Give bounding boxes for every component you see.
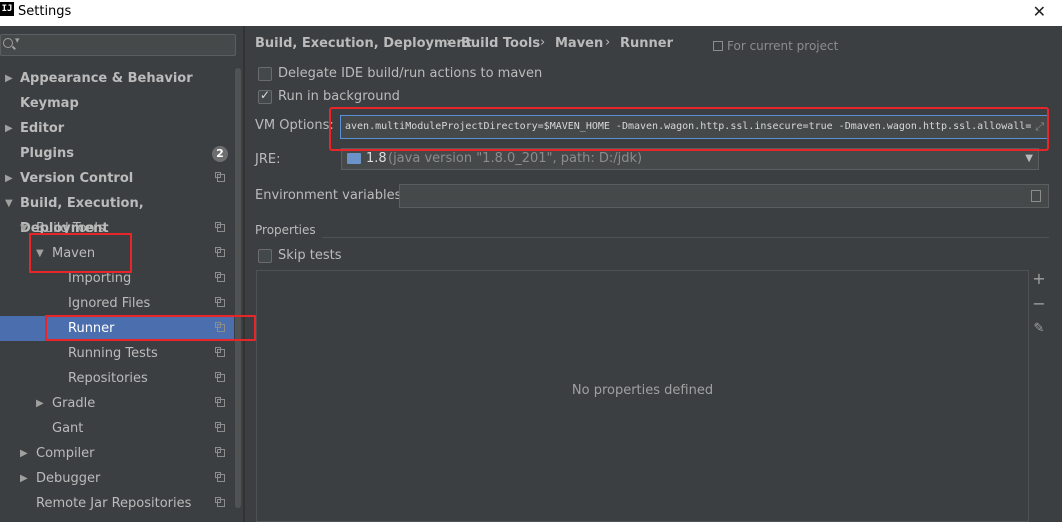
remove-icon[interactable]: − bbox=[1031, 294, 1047, 313]
sidebar-item-remote-jar-repositories[interactable]: Remote Jar Repositories bbox=[0, 491, 234, 516]
collapsed-arrow-icon[interactable]: ▶ bbox=[20, 441, 28, 466]
collapsed-arrow-icon[interactable]: ▶ bbox=[5, 66, 13, 91]
scope-indicator: For current project bbox=[713, 39, 838, 53]
delegate-label: Delegate IDE build/run actions to maven bbox=[278, 66, 543, 81]
delegate-checkbox[interactable] bbox=[258, 67, 272, 81]
app-icon: IJ bbox=[0, 2, 14, 16]
jdk-folder-icon bbox=[347, 153, 361, 164]
breadcrumb-separator: › bbox=[540, 35, 546, 50]
sidebar-item-label: Gradle bbox=[52, 396, 96, 411]
project-scope-icon bbox=[215, 372, 225, 382]
project-scope-icon bbox=[215, 222, 225, 232]
window-title: Settings bbox=[18, 4, 72, 19]
scope-label: For current project bbox=[727, 39, 839, 53]
jre-select[interactable]: 1.8 (java version "1.8.0_201", path: D:/… bbox=[341, 148, 1039, 170]
sidebar-item-keymap[interactable]: Keymap bbox=[0, 91, 234, 116]
run-in-background-checkbox[interactable] bbox=[258, 88, 272, 104]
expanded-arrow-icon[interactable]: ▼ bbox=[20, 216, 28, 241]
collapsed-arrow-icon[interactable]: ▶ bbox=[5, 116, 13, 141]
scrollbar-thumb[interactable] bbox=[235, 68, 241, 508]
sidebar-item-label: Remote Jar Repositories bbox=[36, 496, 192, 511]
title-bar: IJ Settings ✕ bbox=[0, 0, 1062, 26]
breadcrumb-separator: › bbox=[446, 35, 452, 50]
breadcrumb-runner: Runner bbox=[620, 36, 674, 51]
sidebar-item-running-tests[interactable]: Running Tests bbox=[0, 341, 234, 366]
environment-variables-field[interactable] bbox=[399, 184, 1049, 208]
project-scope-icon bbox=[215, 397, 225, 407]
annotation-box-runner bbox=[45, 315, 256, 341]
sidebar-item-gradle[interactable]: ▶ Gradle bbox=[0, 391, 234, 416]
collapsed-arrow-icon[interactable]: ▶ bbox=[36, 391, 44, 416]
skip-tests-label: Skip tests bbox=[278, 248, 342, 263]
sidebar-item-ignored-files[interactable]: Ignored Files bbox=[0, 291, 234, 316]
edit-pencil-icon[interactable]: ✎ bbox=[1031, 321, 1047, 336]
sidebar-scrollbar[interactable] bbox=[234, 66, 242, 522]
sidebar-item-gant[interactable]: Gant bbox=[0, 416, 234, 441]
sidebar-item-label: Repositories bbox=[68, 371, 148, 386]
skip-tests-checkbox[interactable] bbox=[258, 249, 272, 263]
collapsed-arrow-icon[interactable]: ▶ bbox=[20, 466, 28, 491]
sidebar-item-debugger[interactable]: ▶ Debugger bbox=[0, 466, 234, 491]
project-scope-icon bbox=[215, 422, 225, 432]
project-scope-icon bbox=[215, 172, 225, 182]
sidebar-item-build-execution-deployment[interactable]: ▼ Build, Execution, Deployment bbox=[0, 191, 234, 236]
sidebar-item-label: Debugger bbox=[36, 471, 101, 486]
annotation-box-maven bbox=[29, 233, 132, 273]
sidebar-item-label: Compiler bbox=[36, 446, 95, 461]
project-scope-icon bbox=[215, 247, 225, 257]
jre-label: JRE: bbox=[255, 152, 281, 167]
search-icon bbox=[3, 38, 13, 48]
update-count-badge: 2 bbox=[212, 146, 228, 162]
sidebar-item-compiler[interactable]: ▶ Compiler bbox=[0, 441, 234, 466]
sidebar-item-label: Ignored Files bbox=[68, 296, 151, 311]
jre-version: 1.8 bbox=[366, 151, 387, 166]
sidebar-item-version-control[interactable]: ▶ Version Control bbox=[0, 166, 234, 191]
annotation-box-vm-options bbox=[329, 107, 1049, 151]
expanded-arrow-icon[interactable]: ▼ bbox=[5, 191, 13, 216]
sidebar-item-label: Keymap bbox=[20, 96, 79, 111]
breadcrumb-build-execution: Build, Execution, Deployment bbox=[255, 36, 472, 51]
sidebar-item-label: Appearance & Behavior bbox=[20, 71, 193, 86]
sidebar-item-label: Editor bbox=[20, 121, 65, 136]
runner-settings-panel: Build, Execution, Deployment › Build Too… bbox=[245, 26, 1062, 522]
sidebar-item-label: Plugins bbox=[20, 146, 74, 161]
add-icon[interactable]: + bbox=[1031, 269, 1047, 288]
breadcrumb-build-tools: Build Tools bbox=[461, 36, 541, 51]
sidebar-item-label: Version Control bbox=[20, 171, 134, 186]
project-scope-icon bbox=[215, 447, 225, 457]
sidebar-item-repositories[interactable]: Repositories bbox=[0, 366, 234, 391]
breadcrumb-separator: › bbox=[605, 35, 611, 50]
close-icon[interactable]: ✕ bbox=[1033, 2, 1046, 21]
properties-divider bbox=[322, 237, 1049, 238]
breadcrumb-maven: Maven bbox=[555, 36, 604, 51]
project-scope-icon bbox=[215, 272, 225, 282]
vm-options-label: VM Options: bbox=[255, 118, 334, 133]
jre-details: (java version "1.8.0_201", path: D:/jdk) bbox=[388, 151, 643, 166]
sidebar-item-plugins[interactable]: Plugins 2 bbox=[0, 141, 234, 166]
environment-variables-label: Environment variables: bbox=[255, 188, 406, 203]
properties-table[interactable]: No properties defined bbox=[256, 270, 1029, 522]
run-in-background-label: Run in background bbox=[278, 89, 400, 104]
sidebar-item-appearance-behavior[interactable]: ▶ Appearance & Behavior bbox=[0, 66, 234, 91]
project-scope-icon bbox=[713, 41, 723, 51]
empty-state-text: No properties defined bbox=[571, 383, 714, 398]
properties-heading: Properties bbox=[255, 223, 316, 237]
collapsed-arrow-icon[interactable]: ▶ bbox=[5, 166, 13, 191]
sidebar-item-editor[interactable]: ▶ Editor bbox=[0, 116, 234, 141]
search-input[interactable]: ▾ bbox=[0, 34, 236, 56]
project-scope-icon bbox=[215, 497, 225, 507]
edit-document-icon[interactable] bbox=[1031, 190, 1041, 202]
chevron-down-icon[interactable]: ▼ bbox=[1025, 149, 1033, 169]
project-scope-icon bbox=[215, 472, 225, 482]
settings-sidebar: ▾ ▶ Appearance & Behavior Keymap ▶ Editor Plu… bbox=[0, 26, 243, 522]
project-scope-icon bbox=[215, 347, 225, 357]
sidebar-item-label: Gant bbox=[52, 421, 84, 436]
search-options-icon[interactable]: ▾ bbox=[15, 36, 20, 46]
sidebar-item-label: Running Tests bbox=[68, 346, 158, 361]
project-scope-icon bbox=[215, 297, 225, 307]
